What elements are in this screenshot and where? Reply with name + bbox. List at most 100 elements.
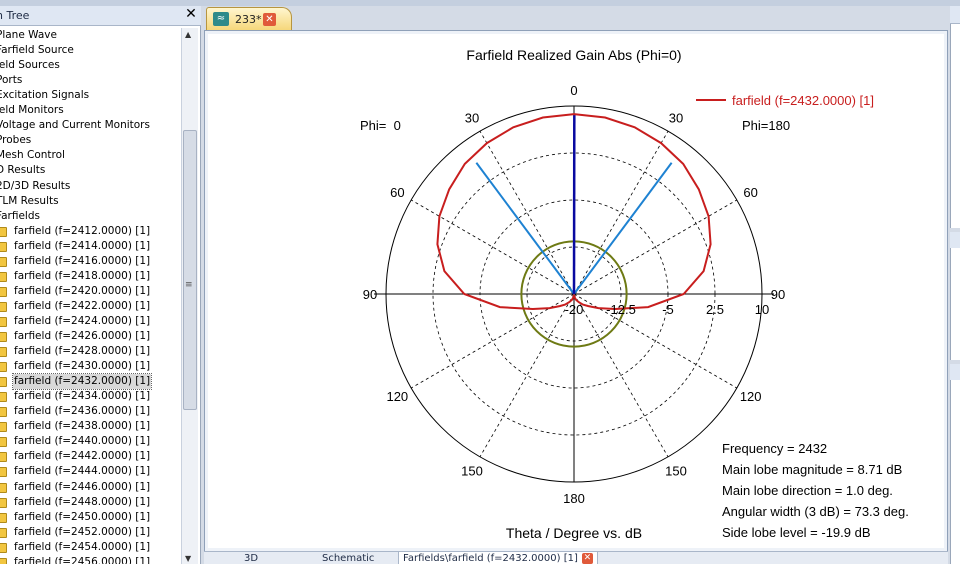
tab-schematic[interactable]: Schematic (322, 552, 374, 564)
tree-item-farfield[interactable]: farfield (f=2452.0000) [1] (0, 525, 180, 540)
tree-item-farfield[interactable]: farfield (f=2430.0000) [1] (0, 359, 180, 374)
tree-item-farfield[interactable]: farfield (f=2450.0000) [1] (0, 510, 180, 525)
tree-item[interactable]: D Results (0, 163, 176, 178)
x-axis-label: Theta / Degree vs. dB (506, 525, 642, 541)
tree-item-farfield[interactable]: farfield (f=2426.0000) [1] (0, 329, 180, 344)
tree-item-farfield[interactable]: farfield (f=2434.0000) [1] (0, 389, 180, 404)
folder-icon (0, 332, 7, 342)
tree-item-label: 2D/3D Results (0, 179, 71, 192)
tab-3d[interactable]: 3D (244, 552, 258, 564)
angle-tick-label: 150 (665, 464, 687, 479)
tree-item-farfield[interactable]: farfield (f=2422.0000) [1] (0, 299, 180, 314)
tree-item-farfield[interactable]: farfield (f=2416.0000) [1] (0, 254, 180, 269)
tree-item-label: Ports (0, 74, 23, 87)
folder-icon (0, 407, 7, 418)
farfield-plot-area: 0 30 60 90 120 150 180 150 120 90 60 30 -20 -12.5 -5 2.… (208, 34, 944, 548)
tree-item[interactable]: Voltage and Current Monitors (0, 118, 176, 133)
angle-tick-label: 60 (390, 185, 404, 200)
folder-icon (0, 347, 7, 358)
folder-icon (0, 437, 7, 448)
tree-item-farfield[interactable]: farfield (f=2456.0000) [1] (0, 555, 180, 564)
tree-item-label: farfield (f=2452.0000) [1] (14, 525, 151, 538)
folder-icon (0, 301, 7, 312)
tree-item[interactable]: Excitation Signals (0, 88, 176, 103)
tree-item-farfield[interactable]: farfield (f=2448.0000) [1] (0, 495, 180, 510)
angle-tick-label: 120 (386, 389, 408, 404)
tree-item-farfield[interactable]: farfield (f=2414.0000) [1] (0, 239, 180, 254)
tab-farfield-result[interactable]: Farfields\farfield (f=2432.0000) [1] ✕ (398, 552, 598, 564)
scroll-thumb[interactable] (183, 130, 197, 410)
right-panel-middle-header (950, 232, 960, 248)
tree-item-farfield[interactable]: farfield (f=2454.0000) [1] (0, 540, 180, 555)
document-tab[interactable]: ≈ 233* ✕ (206, 7, 292, 30)
tree-item[interactable]: Farfields (0, 209, 176, 224)
folder-icon (0, 362, 7, 373)
tree-item[interactable]: Probes (0, 133, 176, 148)
angle-tick-label: 0 (570, 83, 577, 98)
right-panel-middle (950, 232, 960, 360)
tree-title: n Tree (0, 9, 30, 22)
angle-tick-label: 180 (563, 491, 585, 506)
tree-scrollbar[interactable]: ▲ ≡ ▼ (181, 28, 198, 564)
tree-item[interactable]: Mesh Control (0, 148, 176, 163)
tab-close-icon[interactable]: ✕ (581, 553, 593, 564)
tree-item-label: TLM Results (0, 194, 59, 207)
folder-icon (0, 527, 7, 538)
folder-icon (0, 377, 7, 388)
legend-label: farfield (f=2432.0000) [1] (732, 93, 874, 108)
tree-close-button[interactable]: ✕ (184, 6, 198, 22)
folder-icon (0, 226, 7, 237)
tree-item[interactable]: Plane Wave (0, 28, 176, 43)
tree-item[interactable]: Ports (0, 73, 176, 88)
tree-item[interactable]: ield Monitors (0, 103, 176, 118)
folder-icon (0, 557, 7, 564)
tree-item-farfield[interactable]: farfield (f=2420.0000) [1] (0, 284, 180, 299)
document-tab-close-icon[interactable]: ✕ (263, 13, 276, 26)
tree-item[interactable]: Farfield Source (0, 43, 176, 58)
tree-item-label: farfield (f=2426.0000) [1] (14, 330, 151, 342)
annotation-block: Frequency = 2432 Main lobe magnitude = 8.… (722, 441, 909, 540)
tree-item-farfield[interactable]: farfield (f=2428.0000) [1] (0, 344, 180, 359)
tree-item-farfield[interactable]: farfield (f=2436.0000) [1] (0, 404, 180, 419)
tree-item-farfield[interactable]: farfield (f=2440.0000) [1] (0, 434, 180, 449)
angle-tick-label: 120 (740, 389, 762, 404)
tree-item-label: ield Sources (0, 59, 60, 72)
angle-tick-label: 60 (743, 185, 757, 200)
folder-icon (0, 467, 7, 478)
tree-item-label: farfield (f=2432.0000) [1] (11, 373, 153, 391)
tree-item-label: farfield (f=2456.0000) [1] (14, 555, 151, 564)
tree-item-farfield[interactable]: farfield (f=2444.0000) [1] (0, 464, 180, 479)
tree-item-label: Farfield Source (0, 44, 74, 57)
tree-item-label: farfield (f=2448.0000) [1] (14, 495, 151, 508)
tree-item-label: farfield (f=2422.0000) [1] (14, 299, 151, 312)
plot-title: Farfield Realized Gain Abs (Phi=0) (466, 47, 681, 63)
tree-item[interactable]: 2D/3D Results (0, 179, 176, 194)
tree-item-label: farfield (f=2446.0000) [1] (14, 480, 151, 493)
tree-item-farfield[interactable]: farfield (f=2432.0000) [1] (0, 373, 180, 391)
angle-tick-label: 90 (771, 287, 785, 302)
tree-item-label: Mesh Control (0, 149, 65, 162)
navigation-tree-panel: n Tree ✕ Plane Wave Farfield Source ield S… (0, 6, 201, 564)
annotation-line: Angular width (3 dB) = 73.3 deg. (722, 504, 909, 519)
tree-item-label: farfield (f=2420.0000) [1] (14, 284, 151, 297)
folder-icon (0, 452, 7, 463)
right-panel-top-header (950, 6, 960, 24)
tree-item[interactable]: ield Sources (0, 58, 176, 73)
scroll-down-arrow-icon[interactable]: ▼ (185, 554, 191, 563)
angle-tick-label: 90 (363, 287, 377, 302)
tree-item-farfield[interactable]: farfield (f=2424.0000) [1] (0, 314, 180, 329)
folder-icon (0, 482, 7, 493)
radial-tick-label: -5 (662, 302, 674, 317)
tree-item-label: farfield (f=2444.0000) [1] (14, 465, 151, 478)
tree-item-farfield[interactable]: farfield (f=2442.0000) [1] (0, 449, 180, 464)
tree-item-farfield[interactable]: farfield (f=2438.0000) [1] (0, 419, 180, 434)
folder-icon (0, 422, 7, 433)
tree-item-farfield[interactable]: farfield (f=2412.0000) [1] (0, 224, 180, 239)
tree-item-label: farfield (f=2454.0000) [1] (14, 540, 151, 553)
tree-item-farfield[interactable]: farfield (f=2446.0000) [1] (0, 480, 180, 495)
scroll-up-arrow-icon[interactable]: ▲ (185, 30, 191, 39)
tree-item-farfield[interactable]: farfield (f=2418.0000) [1] (0, 269, 180, 284)
tree-item[interactable]: TLM Results (0, 194, 176, 209)
radial-tick-label: -12.5 (606, 302, 636, 317)
radial-tick-label: -20 (565, 302, 584, 317)
